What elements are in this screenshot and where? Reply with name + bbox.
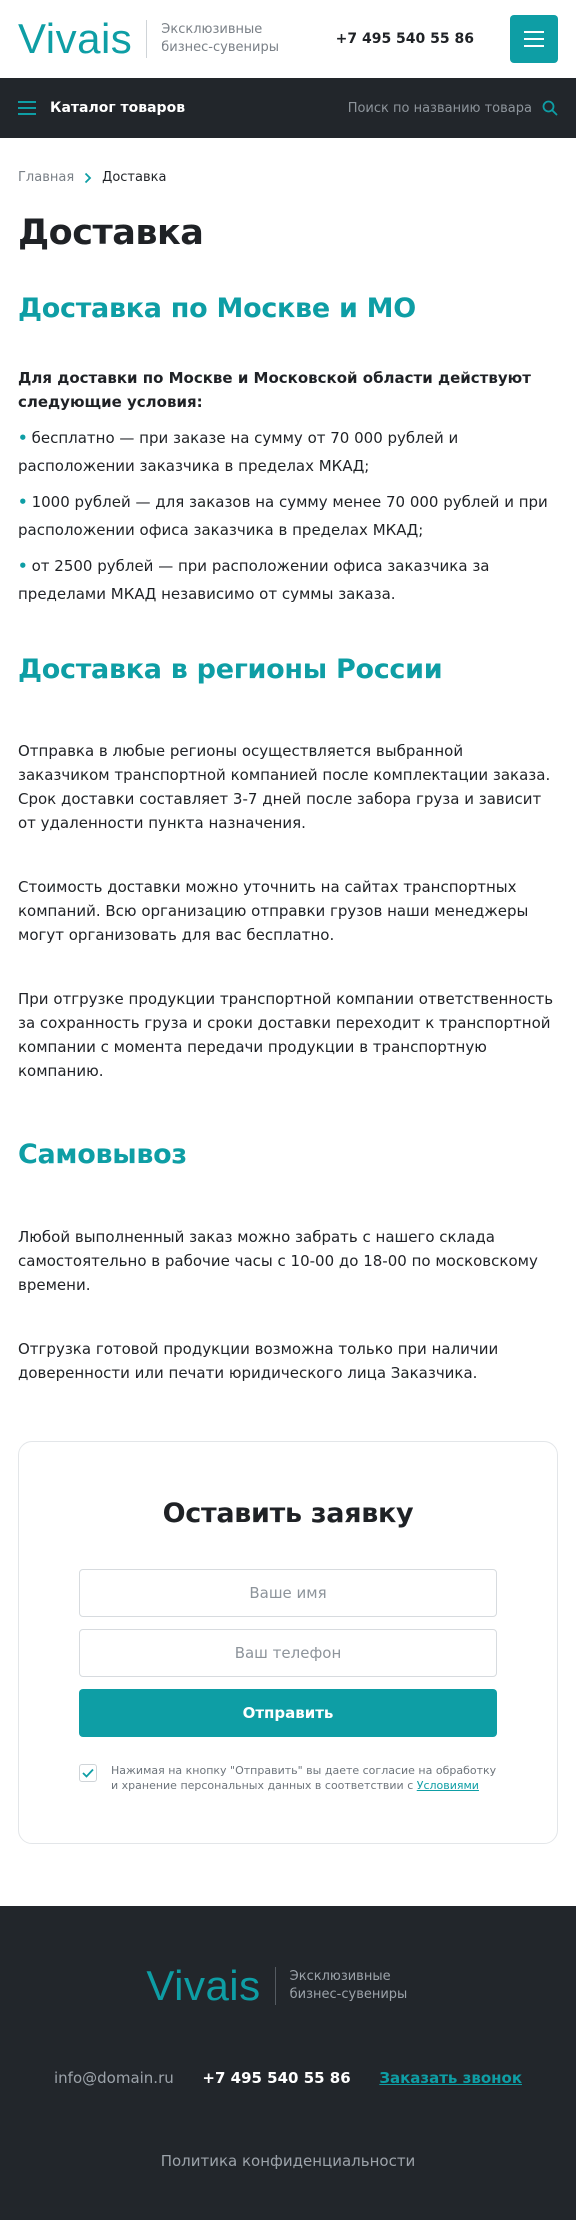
bullet-icon: • xyxy=(18,429,28,447)
logo-divider xyxy=(274,1967,276,2005)
footer-contacts: info@domain.ru +7 495 540 55 86 Заказать… xyxy=(18,2069,558,2087)
conditions-list: • бесплатно — при заказе на сумму от 70 0… xyxy=(18,424,558,608)
consent-terms-link[interactable]: Условиями xyxy=(417,1779,479,1792)
logo[interactable]: Vivais xyxy=(18,18,132,60)
phone-input[interactable] xyxy=(79,1629,497,1677)
header-phone[interactable]: +7 495 540 55 86 xyxy=(336,31,474,47)
logo-divider xyxy=(146,20,148,58)
chevron-right-icon xyxy=(85,172,92,183)
page-title: Доставка xyxy=(18,213,204,253)
hamburger-icon xyxy=(524,31,544,33)
breadcrumb: Главная Доставка xyxy=(18,170,558,185)
catalog-link[interactable]: Каталог товаров xyxy=(50,100,185,116)
paragraph: Отправка в любые регионы осуществляется … xyxy=(18,742,551,832)
bullet-icon: • xyxy=(18,557,28,575)
site-footer: Vivais Эксклюзивные бизнес-сувениры info… xyxy=(0,1906,576,2220)
form-title: Оставить заявку xyxy=(162,1498,414,1529)
breadcrumb-home[interactable]: Главная xyxy=(18,170,74,185)
consent-text: Нажимая на кнопку "Отправить" вы даете с… xyxy=(111,1764,497,1792)
bullet-icon: • xyxy=(18,493,28,511)
list-item: • бесплатно — при заказе на сумму от 70 0… xyxy=(18,429,459,475)
submit-button[interactable]: Отправить xyxy=(79,1689,497,1737)
logo-tagline: Эксклюзивные бизнес-сувениры xyxy=(161,22,279,55)
section-title-regions: Доставка в регионы России xyxy=(18,654,443,685)
callback-link[interactable]: Заказать звонок xyxy=(379,2069,522,2087)
privacy-policy-link[interactable]: Политика конфиденциальности xyxy=(18,2152,558,2170)
paragraph: При отгрузке продукции транспортной комп… xyxy=(18,990,554,1080)
catalog-search xyxy=(342,100,558,116)
section-title-moscow: Доставка по Москве и МО xyxy=(18,293,416,324)
list-item: • от 2500 рублей — при расположении офиса… xyxy=(18,557,490,603)
catalog-bar: Каталог товаров xyxy=(0,78,576,138)
paragraph: Отгрузка готовой продукции возможна толь… xyxy=(18,1340,499,1382)
section-lead: Для доставки по Москве и Московской обла… xyxy=(18,369,531,411)
request-form: Оставить заявку Отправить Нажимая на кно… xyxy=(18,1441,558,1844)
consent-checkbox[interactable] xyxy=(79,1764,97,1782)
footer-phone[interactable]: +7 495 540 55 86 xyxy=(202,2069,350,2087)
catalog-menu-icon[interactable] xyxy=(18,101,36,115)
list-item: • 1000 рублей — для заказов на сумму мене… xyxy=(18,493,548,539)
paragraph: Стоимость доставки можно уточнить на сай… xyxy=(18,878,529,944)
paragraph: Любой выполненный заказ можно забрать с … xyxy=(18,1228,538,1294)
footer-email[interactable]: info@domain.ru xyxy=(54,2069,174,2087)
main-content: Главная Доставка Доставка Доставка по Мо… xyxy=(0,170,576,1844)
consent-row: Нажимая на кнопку "Отправить" вы даете с… xyxy=(79,1763,497,1793)
footer-tagline: Эксклюзивные бизнес-сувениры xyxy=(289,1969,408,2002)
section-title-pickup: Самовывоз xyxy=(18,1139,187,1170)
search-icon[interactable] xyxy=(542,100,558,116)
site-header: Vivais Эксклюзивные бизнес-сувениры +7 4… xyxy=(0,0,576,78)
breadcrumb-current: Доставка xyxy=(102,170,167,185)
name-input[interactable] xyxy=(79,1569,497,1617)
search-input[interactable] xyxy=(342,100,532,116)
menu-button[interactable] xyxy=(510,15,558,63)
footer-logo[interactable]: Vivais xyxy=(146,1965,260,2007)
check-icon xyxy=(82,1768,94,1778)
footer-logo-group: Vivais Эксклюзивные бизнес-сувениры xyxy=(146,1965,429,2007)
